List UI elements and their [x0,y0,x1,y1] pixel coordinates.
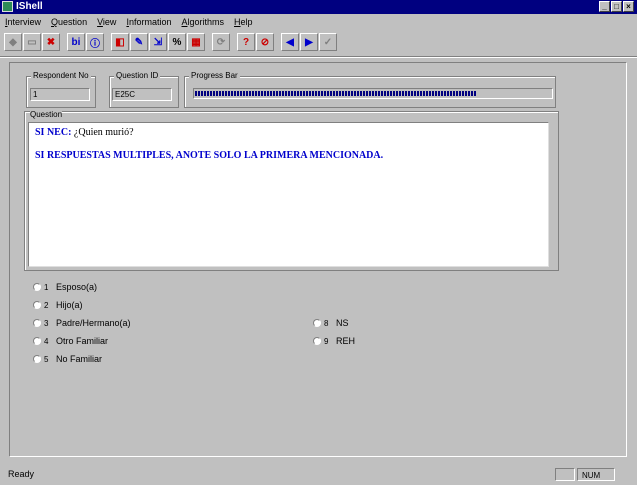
option-label: Padre/Hermano(a) [56,318,131,328]
question-instruction: SI RESPUESTAS MULTIPLES, ANOTE SOLO LA P… [35,150,384,161]
option-4[interactable]: 4 Otro Familiar [33,336,108,346]
radio-button[interactable] [33,283,41,291]
next-icon[interactable]: ▶ [300,33,318,51]
delete-icon[interactable]: ✖ [42,33,60,51]
option-number: 5 [44,354,49,364]
help-icon[interactable]: ? [237,33,255,51]
bi-icon[interactable]: bi [67,33,85,51]
status-panel-empty [555,468,575,481]
question-id-label: Question ID [114,71,161,80]
progress-bar [193,88,553,99]
option-label: Esposo(a) [56,282,98,292]
question-id-field: E25C [112,88,172,101]
option-3[interactable]: 3 Padre/Hermano(a) [33,318,131,328]
option-9[interactable]: 9 REH [313,336,355,346]
option-number: 2 [44,300,49,310]
menu-information[interactable]: Information [121,15,176,29]
minimize-button[interactable]: _ [599,1,610,12]
status-bar: Ready NUM [0,465,637,485]
export-icon[interactable]: ⇲ [149,33,167,51]
record-icon[interactable]: ◧ [111,33,129,51]
option-label: Otro Familiar [56,336,109,346]
prev-icon[interactable]: ◀ [281,33,299,51]
back-icon[interactable]: ◆ [4,33,22,51]
menu-help[interactable]: Help [229,15,258,29]
check-icon[interactable]: ✓ [319,33,337,51]
window-title: IShell [16,1,43,12]
option-label: NS [336,318,349,328]
question-text: ¿Quien murió? [71,127,134,138]
option-2[interactable]: 2 Hijo(a) [33,300,83,310]
status-num: NUM [577,468,615,481]
option-number: 9 [324,336,329,346]
option-number: 1 [44,282,49,292]
toolbar: ◆ ▭ ✖ bi ⓘ ◧ ✎ ⇲% ▦ ⟳? ⊘ ◀ ▶ ✓ [4,31,338,53]
divider [0,56,637,58]
option-1[interactable]: 1 Esposo(a) [33,282,97,292]
radio-button[interactable] [313,319,321,327]
status-text: Ready [8,469,35,479]
option-number: 3 [44,318,49,328]
radio-button[interactable] [33,355,41,363]
respondent-field: 1 [30,88,90,101]
maximize-button[interactable]: □ [611,1,622,12]
radio-button[interactable] [33,319,41,327]
colors-icon[interactable]: ▦ [187,33,205,51]
option-number: 8 [324,318,329,328]
radio-button[interactable] [313,337,321,345]
menu-view[interactable]: View [92,15,121,29]
option-label: Hijo(a) [56,300,83,310]
question-lead: SI NEC: [35,127,72,138]
menu-bar: Interview Question View Information Algo… [0,15,637,29]
title-bar: IShell _ □ × [0,0,637,14]
menu-interview[interactable]: Interview [0,15,46,29]
progress-fill [195,91,476,96]
question-label: Question [30,110,63,119]
radio-button[interactable] [33,337,41,345]
app-icon [2,1,13,12]
menu-algorithms[interactable]: Algorithms [176,15,229,29]
refresh-icon[interactable]: ⟳ [212,33,230,51]
edit-icon[interactable]: ✎ [130,33,148,51]
question-line: SI NEC: ¿Quien murió? [35,127,542,138]
progress-label: Progress Bar [189,71,240,80]
question-box: SI NEC: ¿Quien murió? SI RESPUESTAS MULT… [28,122,549,267]
option-label: No Familiar [56,354,103,364]
option-label: REH [336,336,356,346]
radio-button[interactable] [33,301,41,309]
close-button[interactable]: × [623,1,634,12]
percent-icon[interactable]: % [168,33,186,51]
info-icon[interactable]: ⓘ [86,33,104,51]
option-8[interactable]: 8 NS [313,318,349,328]
eraser-icon[interactable]: ⊘ [256,33,274,51]
option-number: 4 [44,336,49,346]
respondent-label: Respondent No [31,71,91,80]
page-icon[interactable]: ▭ [23,33,41,51]
menu-question[interactable]: Question [46,15,92,29]
option-5[interactable]: 5 No Familiar [33,354,102,364]
